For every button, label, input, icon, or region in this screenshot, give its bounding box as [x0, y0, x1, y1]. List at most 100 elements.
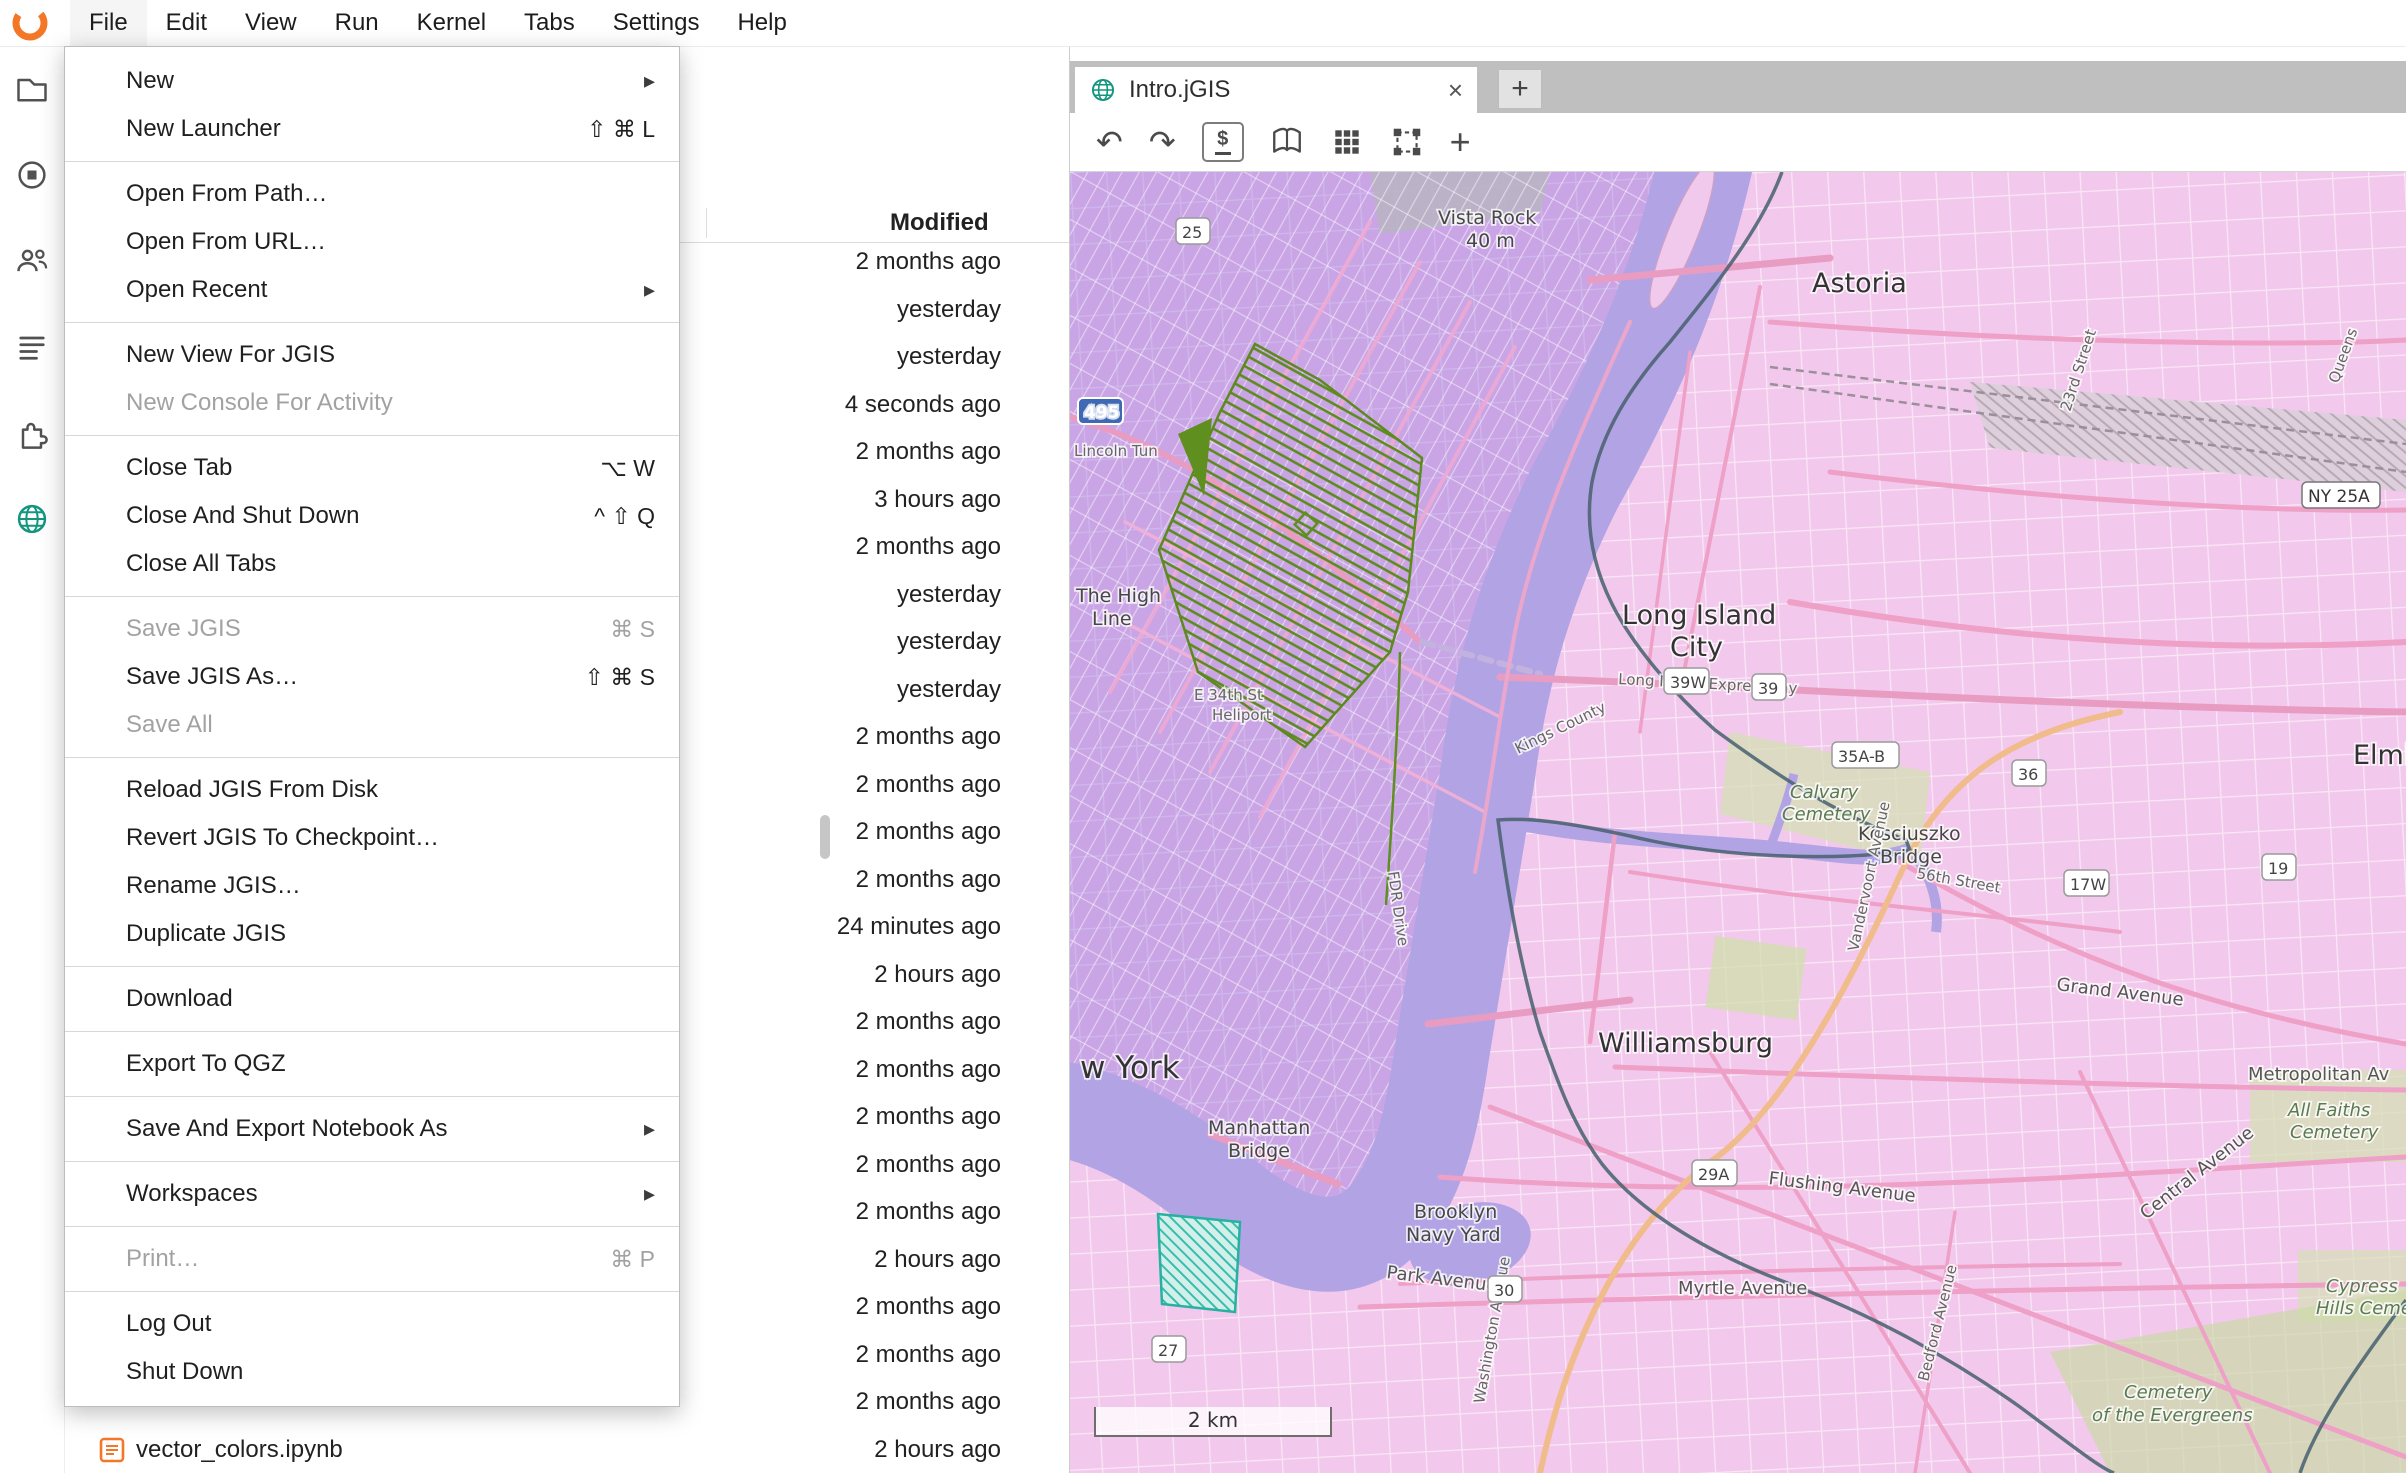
menu-item-shortcut: ⌘ P: [610, 1246, 655, 1273]
left-sidebar: [0, 46, 65, 1473]
menu-item-save-jgis: Save JGIS⌘ S: [65, 605, 679, 653]
tab-bar: Intro.jGIS × +: [1070, 61, 2406, 113]
menu-item-open-from-url[interactable]: Open From URL…: [65, 218, 679, 266]
menubar-item-help[interactable]: Help: [718, 0, 805, 46]
close-tab-icon[interactable]: ×: [1448, 75, 1463, 106]
svg-text:35A-B: 35A-B: [1838, 747, 1885, 766]
map-label-cypress: Cypress: [2326, 1276, 2398, 1297]
sidebar-item-extensions[interactable]: [0, 390, 64, 476]
menu-item-export-to-qgz[interactable]: Export To QGZ: [65, 1040, 679, 1088]
menu-separator: [65, 1291, 679, 1292]
menu-item-label: Save All: [126, 711, 213, 739]
menu-item-label: Open Recent: [126, 276, 267, 304]
map-label-all-faiths: All Faiths: [2287, 1100, 2370, 1121]
map-label-of-the-evergreens: of the Evergreens: [2092, 1405, 2253, 1426]
menubar-item-view[interactable]: View: [226, 0, 316, 46]
map-label-calvary: Calvary: [1790, 782, 1859, 803]
menu-item-open-from-path[interactable]: Open From Path…: [65, 170, 679, 218]
tab-title: Intro.jGIS: [1129, 76, 1230, 104]
menu-item-label: New Console For Activity: [126, 389, 393, 417]
menu-item-close-and-shut-down[interactable]: Close And Shut Down ^ ⇧ Q: [65, 492, 679, 540]
map-label-brooklyn: Brooklyn: [1414, 1201, 1497, 1223]
menu-separator: [65, 757, 679, 758]
map-label-astoria: Astoria: [1812, 268, 1907, 299]
new-tab-button[interactable]: +: [1498, 69, 1542, 109]
menu-separator: [65, 161, 679, 162]
menu-item-duplicate-jgis[interactable]: Duplicate JGIS: [65, 910, 679, 958]
menubar: FileEditViewRunKernelTabsSettingsHelp: [0, 0, 2406, 47]
menu-item-workspaces[interactable]: Workspaces▸: [65, 1170, 679, 1218]
sidebar-item-jgis[interactable]: [0, 476, 64, 562]
transform-icon: [1390, 125, 1424, 159]
file-browser-scrollbar[interactable]: [820, 815, 830, 859]
menu-item-label: Close All Tabs: [126, 550, 276, 578]
menu-item-save-jgis-as[interactable]: Save JGIS As…⇧ ⌘ S: [65, 653, 679, 701]
file-row-vector-colors[interactable]: vector_colors.ipynb: [98, 1426, 343, 1473]
menu-item-shortcut: ⇧ ⌘ S: [585, 664, 655, 691]
sidebar-item-files[interactable]: [0, 46, 64, 132]
svg-text:City: City: [1670, 632, 1723, 663]
menubar-item-file[interactable]: File: [70, 0, 147, 46]
svg-text:E 34th St: E 34th St: [1194, 686, 1263, 704]
map-label-myrtle-avenue: Myrtle Avenue: [1678, 1278, 1807, 1299]
map-canvas[interactable]: Vista Rock40 mAstoriaLong IslandCityThe …: [1070, 172, 2406, 1473]
map-label-line: Line: [1092, 608, 1132, 630]
transform-button[interactable]: [1390, 125, 1424, 159]
tab-intro-jgis[interactable]: Intro.jGIS ×: [1075, 67, 1477, 113]
menu-item-log-out[interactable]: Log Out: [65, 1300, 679, 1348]
menu-item-close-tab[interactable]: Close Tab⌥ W: [65, 444, 679, 492]
svg-text:29A: 29A: [1698, 1165, 1729, 1184]
undo-icon[interactable]: ↶: [1096, 126, 1123, 158]
menu-item-download[interactable]: Download: [65, 975, 679, 1023]
map-label-cemetery: Cemetery: [2124, 1382, 2213, 1403]
menu-separator: [65, 1031, 679, 1032]
sidebar-item-collaboration[interactable]: [0, 218, 64, 304]
map-label-cemetery: Cemetery: [2290, 1122, 2379, 1143]
menubar-item-edit[interactable]: Edit: [147, 0, 226, 46]
menu-item-label: Save And Export Notebook As: [126, 1115, 448, 1143]
menu-item-label: Close And Shut Down: [126, 502, 359, 530]
modified-column-header[interactable]: Modified: [890, 203, 989, 242]
menubar-item-tabs[interactable]: Tabs: [505, 0, 594, 46]
teal-park: [1158, 1214, 1240, 1312]
menu-item-new-view-for-jgis[interactable]: New View For JGIS: [65, 331, 679, 379]
map-label-long-island: Long Island: [1622, 600, 1776, 631]
menu-separator: [65, 1096, 679, 1097]
map-label-cemetery: Cemetery: [1782, 804, 1871, 825]
grid-button[interactable]: [1330, 125, 1364, 159]
map-label-heliport: Heliport: [1212, 706, 1272, 724]
menu-item-label: Save JGIS: [126, 615, 241, 643]
map-label-19: 19: [2262, 854, 2296, 880]
svg-text:39W: 39W: [1670, 673, 1706, 692]
menu-item-label: Open From Path…: [126, 180, 327, 208]
menu-item-label: Shut Down: [126, 1358, 243, 1386]
menu-item-revert-jgis-to-checkpoint[interactable]: Revert JGIS To Checkpoint…: [65, 814, 679, 862]
sidebar-item-toc[interactable]: [0, 304, 64, 390]
menu-item-save-and-export-notebook-as[interactable]: Save And Export Notebook As▸: [65, 1105, 679, 1153]
map-label-navy-yard: Navy Yard: [1406, 1224, 1501, 1246]
basemap-button[interactable]: [1270, 125, 1304, 159]
menubar-item-kernel[interactable]: Kernel: [398, 0, 505, 46]
menu-separator: [65, 966, 679, 967]
add-layer-button[interactable]: +: [1450, 124, 1471, 160]
menubar-item-settings[interactable]: Settings: [594, 0, 719, 46]
map-view[interactable]: Vista Rock40 mAstoriaLong IslandCityThe …: [1070, 172, 2406, 1473]
menu-item-shut-down[interactable]: Shut Down: [65, 1348, 679, 1396]
menu-item-label: Print…: [126, 1245, 199, 1273]
menu-item-rename-jgis[interactable]: Rename JGIS…: [65, 862, 679, 910]
sidebar-item-running[interactable]: [0, 132, 64, 218]
menu-item-close-all-tabs[interactable]: Close All Tabs: [65, 540, 679, 588]
menu-item-reload-jgis-from-disk[interactable]: Reload JGIS From Disk: [65, 766, 679, 814]
menubar-item-run[interactable]: Run: [316, 0, 398, 46]
menu-item-new[interactable]: New▸: [65, 57, 679, 105]
menu-item-new-launcher[interactable]: New Launcher⇧ ⌘ L: [65, 105, 679, 153]
menu-item-open-recent[interactable]: Open Recent▸: [65, 266, 679, 314]
map-label-27: 27: [1152, 1336, 1186, 1362]
symbology-button[interactable]: $: [1202, 122, 1244, 162]
table-of-contents-icon: [14, 329, 50, 365]
redo-icon[interactable]: ↷: [1149, 126, 1176, 158]
menu-item-label: Open From URL…: [126, 228, 326, 256]
menu-item-shortcut: ^ ⇧ Q: [594, 503, 655, 530]
map-label-hills-cemet: Hills Cemet: [2316, 1298, 2406, 1319]
svg-text:Hills Cemet: Hills Cemet: [2316, 1298, 2406, 1319]
